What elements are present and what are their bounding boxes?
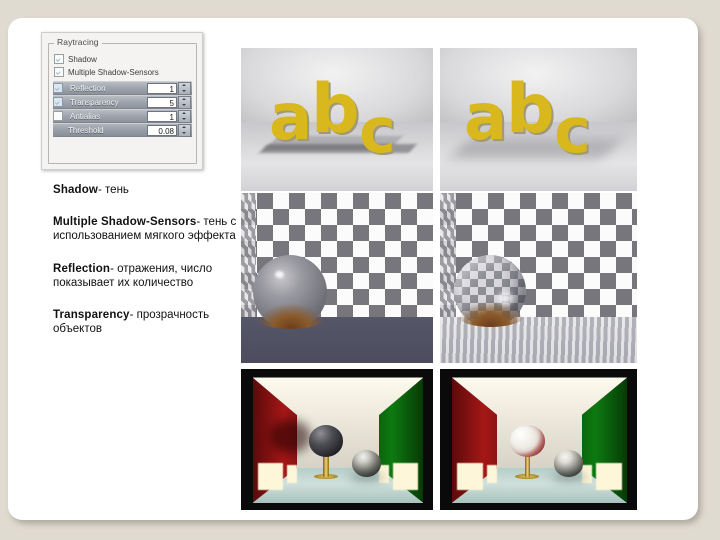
room-window-left2-1: [286, 465, 297, 483]
description-item-transparency: Transparency- прозрачность объектов: [53, 308, 248, 336]
room-window-right-1: [392, 462, 419, 491]
room-interior-1: [252, 377, 424, 503]
spinner-reflection[interactable]: [178, 81, 191, 95]
term-transparency: Transparency: [53, 309, 130, 322]
description-item-reflection: Reflection- отражения, число показывает …: [53, 262, 248, 290]
slide-card: Raytracing Shadow Multiple Shadow-Sensor…: [8, 18, 698, 520]
room-wall-shadow-1: [269, 420, 311, 453]
image-room-transparent-sphere: [440, 369, 637, 510]
text-shadow: тень: [105, 184, 129, 196]
mirror-sphere-rust: [456, 301, 526, 327]
room-window-left-1: [257, 462, 284, 491]
opaque-sphere-1: [308, 425, 344, 457]
value-row-reflection[interactable]: Reflection 1: [53, 81, 192, 95]
term-reflection: Reflection: [53, 262, 111, 275]
value-input-antialias[interactable]: 1: [147, 110, 177, 122]
value-input-transparency[interactable]: 5: [147, 96, 177, 108]
abc2-letter-a-top: a: [464, 81, 508, 155]
matte-sphere-rust: [255, 303, 327, 329]
image-abc-hard-shadow: a a b b c c: [241, 48, 433, 191]
checkbox-row-multiple-shadow-sensors[interactable]: Multiple Shadow-Sensors: [54, 66, 159, 78]
image-sphere-with-reflection: [440, 193, 637, 363]
checkbox-shadow-icon[interactable]: [54, 54, 64, 64]
dash-transparency: -: [129, 309, 137, 322]
checkbox-shadow-label: Shadow: [68, 54, 97, 64]
checkbox-reflection-icon[interactable]: [53, 83, 63, 93]
checkbox-multiple-shadow-sensors-label: Multiple Shadow-Sensors: [68, 67, 159, 77]
dash-shadow: -: [98, 184, 106, 196]
room-window-left-2: [457, 462, 484, 491]
groupbox-title: Raytracing: [54, 37, 102, 47]
image-sphere-no-reflection: [241, 193, 433, 363]
checkbox-multiple-shadow-sensors-icon[interactable]: [54, 67, 64, 77]
term-multiple-shadow-sensors: Multiple Shadow-Sensors: [53, 216, 197, 229]
room-window-right2-2: [581, 465, 593, 483]
description-text-column: Shadow- тень Multiple Shadow-Sensors- те…: [53, 183, 248, 342]
value-row-reflection-label: Reflection: [70, 83, 106, 93]
spinner-transparency[interactable]: [178, 95, 191, 109]
image-abc-soft-shadow: a a b b c c: [440, 48, 637, 191]
matte-sphere-highlight: [275, 271, 284, 278]
abc-letter-c-top: c: [359, 94, 396, 167]
abc-letter-a-top: a: [269, 81, 313, 155]
value-input-threshold[interactable]: 0.08: [147, 124, 177, 136]
raytracing-groupbox: Raytracing Shadow Multiple Shadow-Sensor…: [48, 37, 197, 164]
checker-sidewall-2: [440, 193, 456, 319]
room-window-left2-2: [486, 465, 498, 483]
value-row-transparency-label: Transparency: [70, 97, 119, 107]
checkbox-transparency-icon[interactable]: [53, 97, 63, 107]
checkbox-antialias-icon[interactable]: [53, 111, 63, 121]
mirror-sphere-1: [351, 450, 381, 477]
abc2-letter-b-top: b: [506, 70, 555, 149]
term-shadow: Shadow: [53, 184, 98, 196]
value-row-antialias[interactable]: Antialias 1: [53, 109, 192, 123]
raytracing-settings-panel[interactable]: Raytracing Shadow Multiple Shadow-Sensor…: [41, 32, 203, 170]
description-item-shadow: Shadow- тень: [53, 183, 248, 197]
image-room-opaque-sphere: [241, 369, 433, 510]
value-row-threshold-label: Threshold: [68, 125, 104, 135]
transparent-sphere-2: [509, 425, 545, 457]
spinner-threshold[interactable]: [178, 123, 191, 137]
room-window-right-2: [595, 462, 622, 491]
value-row-threshold[interactable]: Threshold 0.08: [53, 123, 192, 137]
mirror-sphere-2: [553, 450, 584, 477]
room-interior-2: [451, 377, 628, 503]
description-item-multiple-shadow-sensors: Multiple Shadow-Sensors- тень с использо…: [53, 215, 248, 243]
abc2-letter-c-top: c: [554, 94, 591, 167]
value-row-antialias-label: Antialias: [70, 111, 101, 121]
value-input-reflection[interactable]: 1: [147, 82, 177, 94]
spinner-antialias[interactable]: [178, 109, 191, 123]
room-window-right2-1: [378, 465, 390, 483]
checkbox-row-shadow[interactable]: Shadow: [54, 53, 97, 65]
value-row-transparency[interactable]: Transparency 5: [53, 95, 192, 109]
abc-letter-b-top: b: [311, 70, 360, 149]
